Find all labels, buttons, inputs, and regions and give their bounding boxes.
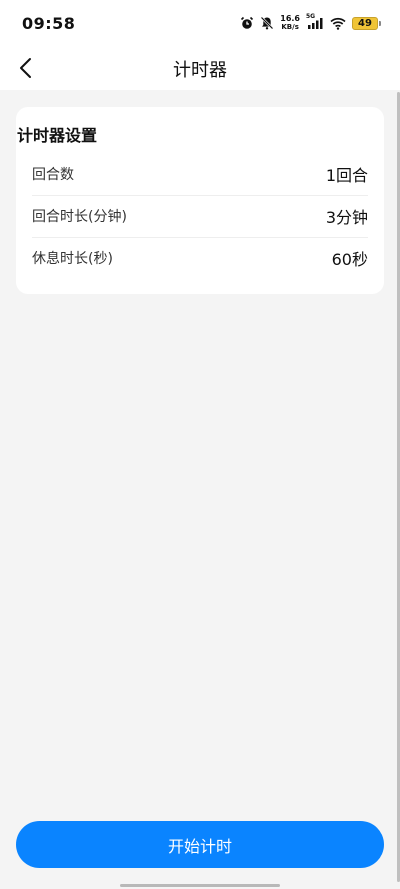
page-title: 计时器: [173, 60, 227, 81]
net-speed-value: 16.6: [280, 14, 300, 23]
settings-card-title: 计时器设置: [17, 126, 98, 145]
rest-duration-label: 休息时长(秒): [32, 251, 113, 267]
round-duration-value: 3分钟: [325, 208, 368, 227]
nav-bar: 计时器: [0, 46, 400, 90]
rest-duration-row[interactable]: 休息时长(秒) 60秒: [16, 237, 384, 279]
rounds-value: 1回合: [325, 166, 368, 185]
status-icons: 16.6 KB/s 5G 49: [240, 13, 381, 33]
status-time: 09:58: [22, 14, 76, 33]
net-speed-unit: KB/s: [281, 23, 299, 31]
round-duration-row[interactable]: 回合时长(分钟) 3分钟: [16, 195, 384, 237]
alarm-icon: [240, 16, 254, 30]
rounds-label: 回合数: [32, 167, 74, 183]
net-speed: 16.6 KB/s: [280, 14, 300, 32]
home-indicator[interactable]: [120, 884, 280, 887]
rest-duration-value: 60秒: [331, 250, 368, 269]
start-timer-button[interactable]: 开始计时: [16, 821, 384, 868]
status-bar: 09:58 16.6 KB/s 5G 49: [0, 0, 400, 46]
rounds-row[interactable]: 回合数 1回合: [16, 153, 384, 195]
battery-icon: 49: [352, 16, 381, 30]
mute-bell-icon: [260, 16, 274, 30]
signal-icon: 5G: [306, 13, 324, 30]
battery-level: 49: [358, 17, 372, 29]
round-duration-label: 回合时长(分钟): [32, 209, 127, 225]
wifi-icon: [330, 17, 346, 30]
